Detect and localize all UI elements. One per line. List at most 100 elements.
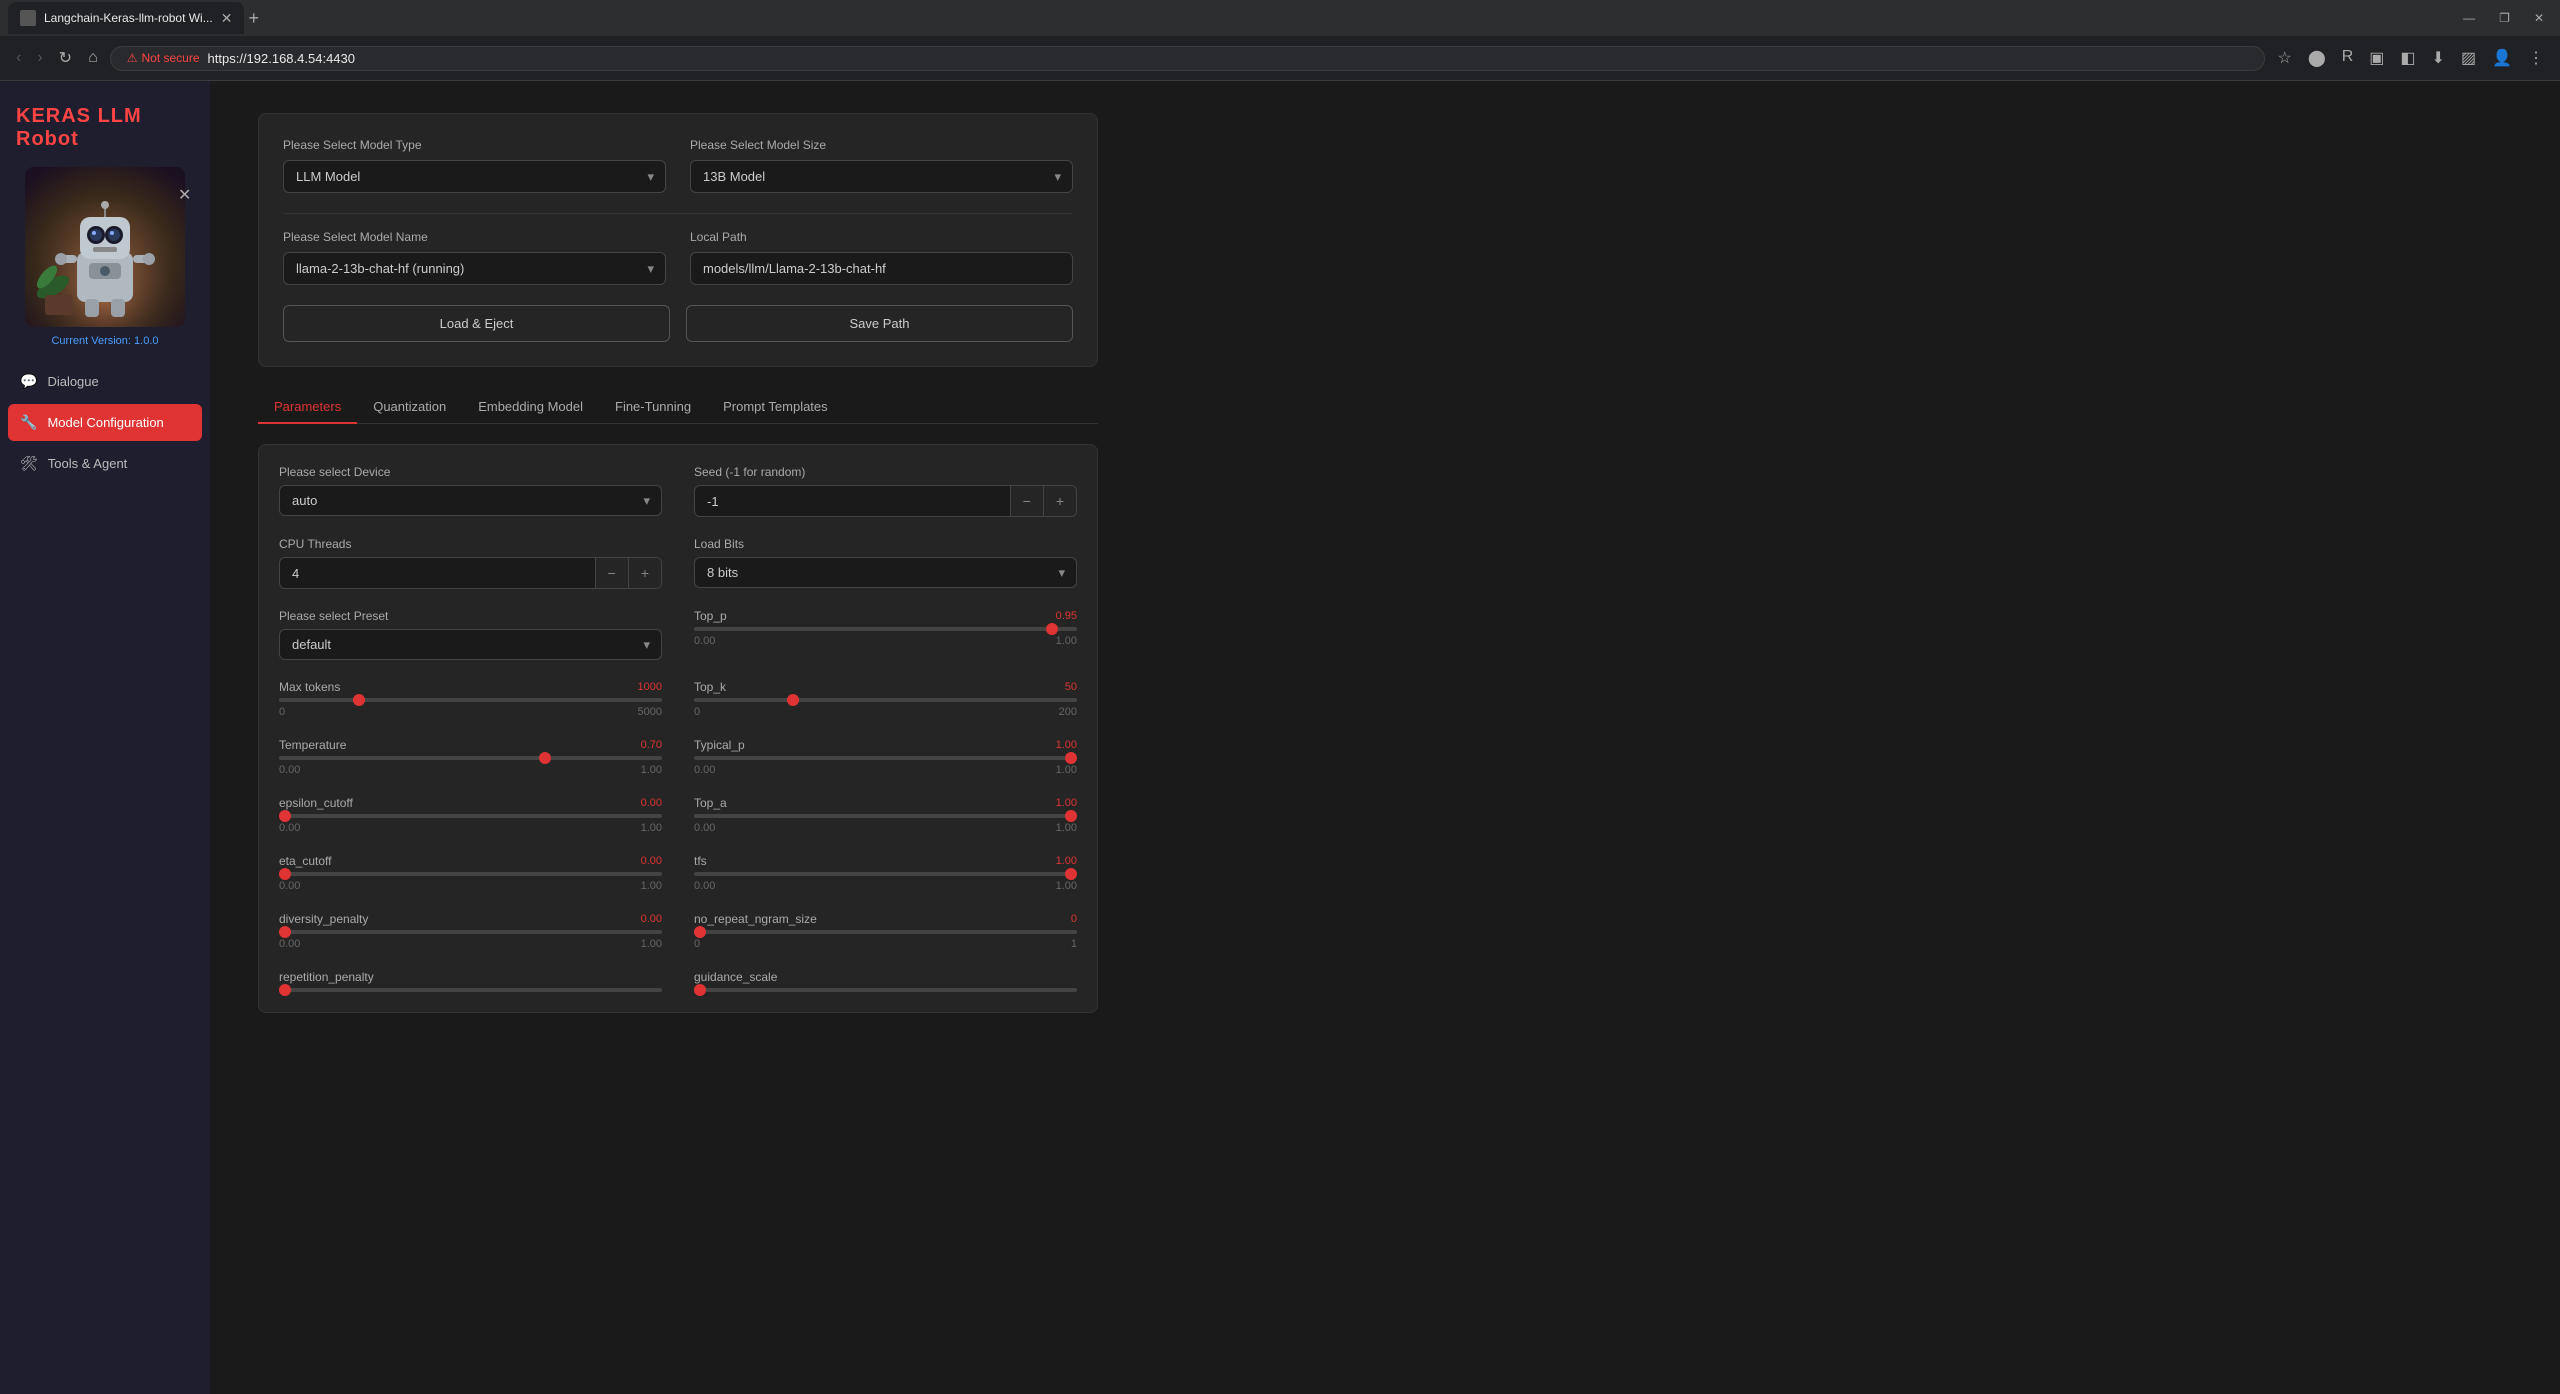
local-path-input[interactable] [690, 252, 1073, 285]
no-repeat-ngram-slider[interactable] [694, 930, 1077, 934]
model-name-select[interactable]: llama-2-13b-chat-hf (running) [283, 252, 666, 285]
typical-p-group: Typical_p 1.00 0.00 1.00 [694, 738, 1077, 776]
seed-increment[interactable]: + [1043, 486, 1076, 516]
tfs-slider[interactable] [694, 872, 1077, 876]
address-input[interactable]: ⚠ Not secure https://192.168.4.54:4430 [110, 46, 2266, 71]
top-k-header: Top_k 50 [694, 680, 1077, 694]
top-p-slider[interactable] [694, 627, 1077, 631]
save-path-button[interactable]: Save Path [686, 305, 1073, 342]
seed-decrement[interactable]: − [1010, 486, 1043, 516]
max-tokens-range-labels: 0 5000 [279, 706, 662, 718]
no-repeat-ngram-group: no_repeat_ngram_size 0 0 1 [694, 912, 1077, 950]
minimize-button[interactable]: — [2455, 7, 2483, 29]
top-k-max: 200 [1059, 706, 1077, 718]
eta-cutoff-min: 0.00 [279, 880, 300, 892]
extension-1-icon[interactable]: ⬤ [2304, 44, 2330, 72]
dialogue-icon: 💬 [20, 373, 37, 390]
tfs-group: tfs 1.00 0.00 1.00 [694, 854, 1077, 892]
tab-parameters[interactable]: Parameters [258, 391, 357, 424]
parameters-grid: Please select Device auto Seed (-1 for r… [279, 465, 1077, 992]
eta-cutoff-range-labels: 0.00 1.00 [279, 880, 662, 892]
tab-embedding[interactable]: Embedding Model [462, 391, 599, 424]
bookmark-icon[interactable]: ☆ [2273, 44, 2295, 72]
model-type-select[interactable]: LLM Model [283, 160, 666, 193]
tfs-header: tfs 1.00 [694, 854, 1077, 868]
menu-icon[interactable]: ⋮ [2524, 44, 2548, 72]
preset-group: Please select Preset default [279, 609, 662, 660]
top-p-range-labels: 0.00 1.00 [694, 635, 1077, 647]
top-a-slider[interactable] [694, 814, 1077, 818]
cpu-threads-decrement[interactable]: − [595, 558, 628, 588]
epsilon-cutoff-slider[interactable] [279, 814, 662, 818]
diversity-penalty-min: 0.00 [279, 938, 300, 950]
tools-agent-icon: 🛠 [20, 455, 38, 472]
top-p-max: 1.00 [1056, 635, 1077, 647]
top-k-slider[interactable] [694, 698, 1077, 702]
load-eject-button[interactable]: Load & Eject [283, 305, 670, 342]
extension-5-icon[interactable]: ⬇ [2428, 44, 2449, 72]
tab-bar: Langchain-Keras-llm-robot Wi... ✕ + — ❐ … [0, 0, 2560, 36]
extension-3-icon[interactable]: ▣ [2365, 44, 2388, 72]
tab-fine-tuning[interactable]: Fine-Tunning [599, 391, 707, 424]
temperature-value: 0.70 [641, 739, 662, 751]
forward-button[interactable]: › [33, 45, 46, 71]
guidance-scale-header: guidance_scale [694, 970, 1077, 984]
extension-4-icon[interactable]: ◧ [2396, 44, 2419, 72]
typical-p-slider[interactable] [694, 756, 1077, 760]
sidebar-close-button[interactable]: ✕ [178, 185, 191, 205]
guidance-scale-slider[interactable] [694, 988, 1077, 992]
extension-6-icon[interactable]: ▨ [2457, 44, 2480, 72]
new-tab-button[interactable]: + [248, 8, 259, 29]
top-a-range-labels: 0.00 1.00 [694, 822, 1077, 834]
no-repeat-ngram-value: 0 [1071, 913, 1077, 925]
parameters-section: Parameters Quantization Embedding Model … [258, 391, 1098, 1013]
refresh-button[interactable]: ↻ [55, 44, 76, 72]
device-group: Please select Device auto [279, 465, 662, 517]
local-path-label: Local Path [690, 230, 1073, 244]
model-name-row: Please Select Model Name llama-2-13b-cha… [283, 230, 1073, 285]
back-button[interactable]: ‹ [12, 45, 25, 71]
close-window-button[interactable]: ✕ [2526, 7, 2552, 29]
preset-select[interactable]: default [279, 629, 662, 660]
tfs-label: tfs [694, 854, 707, 868]
model-size-select-wrapper: 13B Model [690, 160, 1073, 193]
seed-input-row: -1 − + [694, 485, 1077, 517]
version-text: Current Version: 1.0.0 [0, 335, 210, 347]
temperature-slider[interactable] [279, 756, 662, 760]
model-size-select[interactable]: 13B Model [690, 160, 1073, 193]
diversity-penalty-slider[interactable] [279, 930, 662, 934]
typical-p-range-labels: 0.00 1.00 [694, 764, 1077, 776]
load-bits-label: Load Bits [694, 537, 1077, 551]
sidebar-item-tools-agent[interactable]: 🛠 Tools & Agent [8, 445, 202, 482]
no-repeat-ngram-range-labels: 0 1 [694, 938, 1077, 950]
device-select-wrapper: auto [279, 485, 662, 516]
guidance-scale-label: guidance_scale [694, 970, 777, 984]
tab-prompt[interactable]: Prompt Templates [707, 391, 844, 424]
model-name-select-wrapper: llama-2-13b-chat-hf (running) [283, 252, 666, 285]
cpu-threads-increment[interactable]: + [628, 558, 661, 588]
cpu-threads-input-row: 4 − + [279, 557, 662, 589]
sidebar-item-dialogue[interactable]: 💬 Dialogue [8, 363, 202, 400]
restore-button[interactable]: ❐ [2491, 7, 2518, 29]
preset-select-wrapper: default [279, 629, 662, 660]
eta-cutoff-slider[interactable] [279, 872, 662, 876]
sidebar-item-model-config[interactable]: 🔧 Model Configuration [8, 404, 202, 441]
browser-chrome: Langchain-Keras-llm-robot Wi... ✕ + — ❐ … [0, 0, 2560, 81]
browser-tab[interactable]: Langchain-Keras-llm-robot Wi... ✕ [8, 2, 244, 34]
account-icon[interactable]: 👤 [2488, 44, 2516, 72]
eta-cutoff-value: 0.00 [641, 855, 662, 867]
address-bar: ‹ › ↻ ⌂ ⚠ Not secure https://192.168.4.5… [0, 36, 2560, 80]
no-repeat-ngram-header: no_repeat_ngram_size 0 [694, 912, 1077, 926]
home-button[interactable]: ⌂ [84, 45, 102, 71]
eta-cutoff-header: eta_cutoff 0.00 [279, 854, 662, 868]
eta-cutoff-label: eta_cutoff [279, 854, 332, 868]
top-k-min: 0 [694, 706, 700, 718]
max-tokens-slider[interactable] [279, 698, 662, 702]
repetition-penalty-slider[interactable] [279, 988, 662, 992]
tab-close-button[interactable]: ✕ [221, 10, 233, 27]
tab-quantization[interactable]: Quantization [357, 391, 462, 424]
device-select[interactable]: auto [279, 485, 662, 516]
load-bits-select[interactable]: 8 bits [694, 557, 1077, 588]
extension-2-icon[interactable]: R [2338, 44, 2358, 72]
security-indicator: ⚠ Not secure [127, 51, 200, 65]
